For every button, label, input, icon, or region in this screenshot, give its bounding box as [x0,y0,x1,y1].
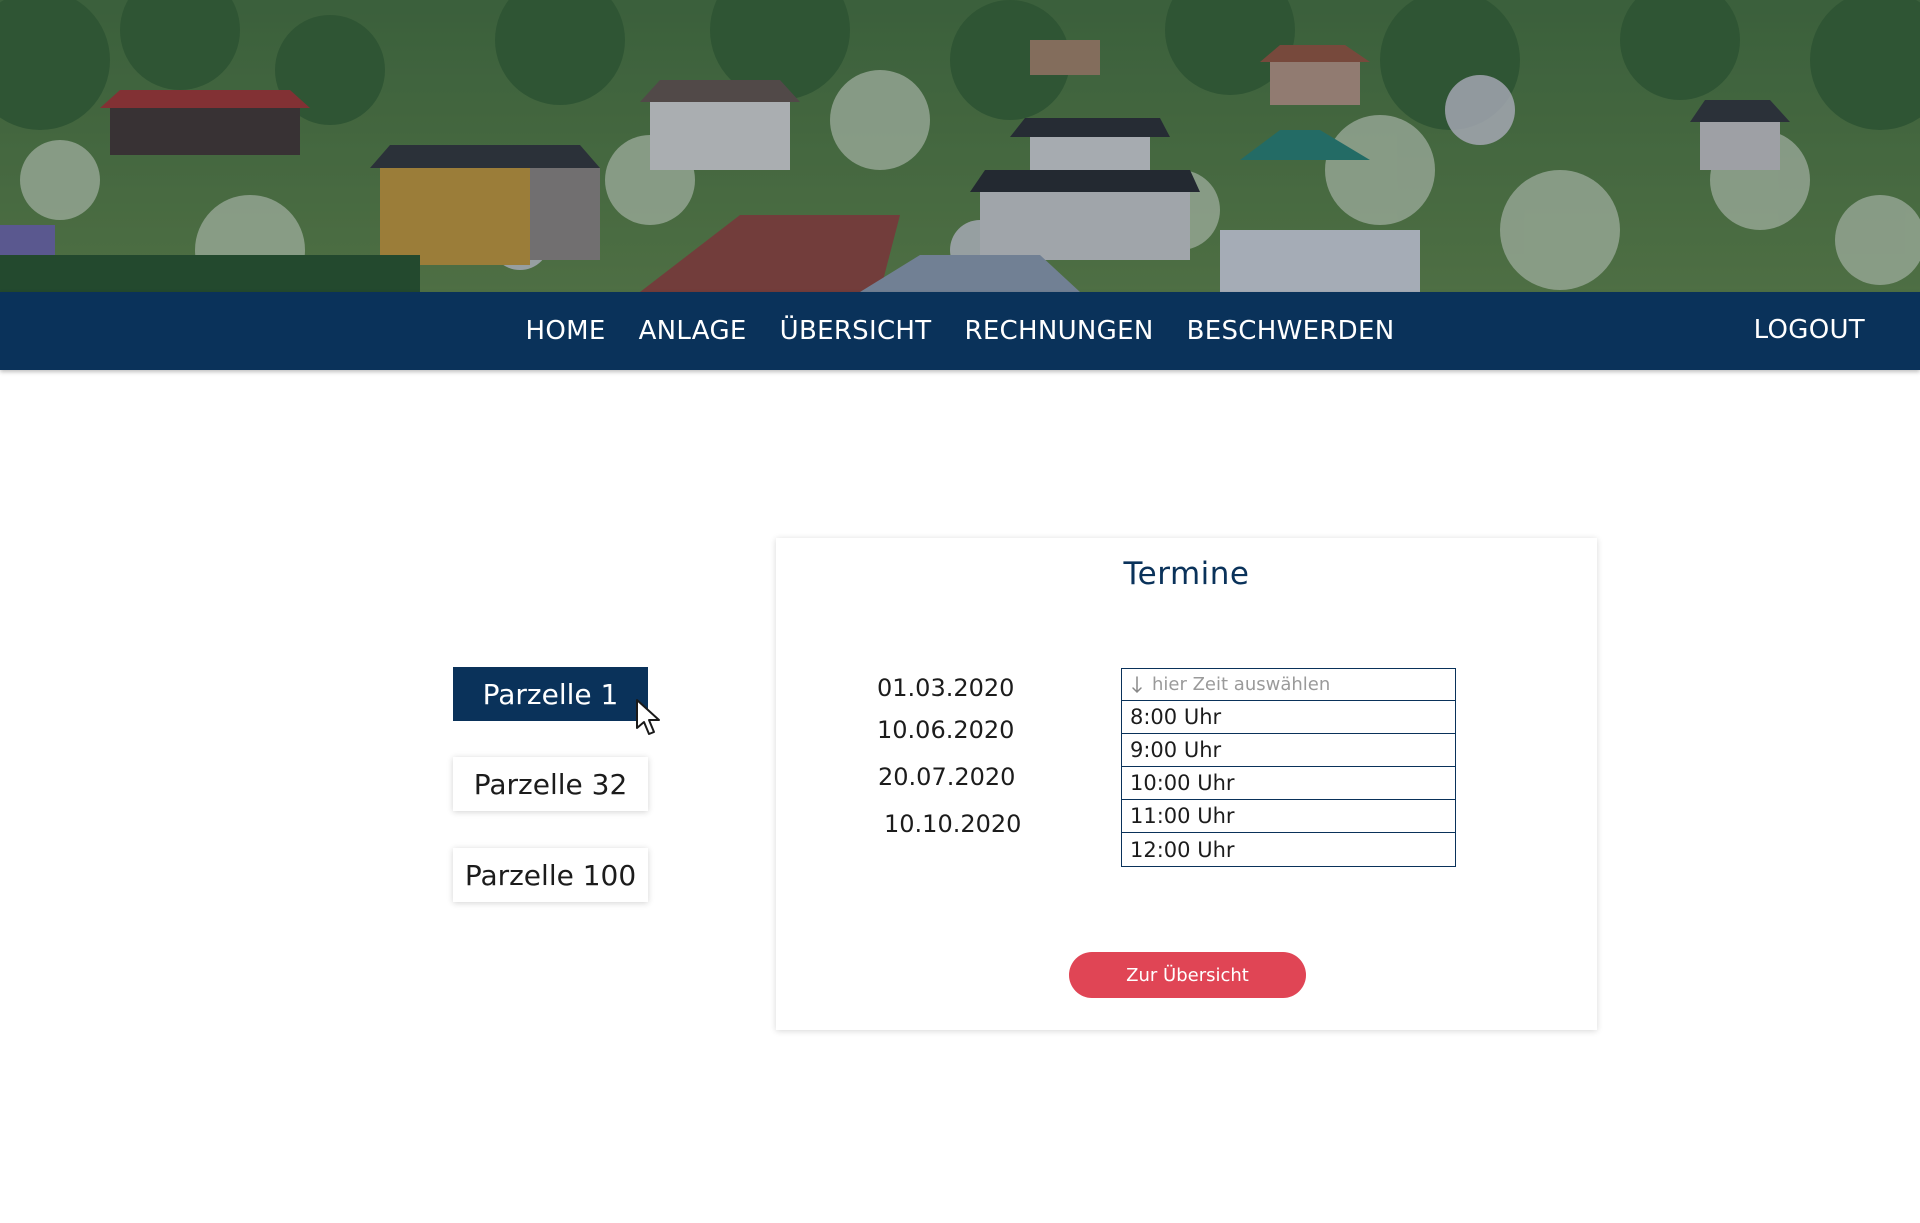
arrow-down-icon [1132,675,1142,693]
parcel-button-1[interactable]: Parzelle 1 [453,667,648,721]
nav-anlage[interactable]: ANLAGE [639,316,747,346]
hero-image [0,0,1920,292]
logout-link[interactable]: LOGOUT [1754,315,1865,345]
time-option-9[interactable]: 9:00 Uhr [1122,734,1455,767]
nav-rechnungen[interactable]: RECHNUNGEN [964,316,1153,346]
nav-links: HOME ANLAGE ÜBERSICHT RECHNUNGEN BESCHWE… [0,292,1920,370]
overview-button[interactable]: Zur Übersicht [1069,952,1306,998]
time-option-12[interactable]: 12:00 Uhr [1122,833,1455,866]
appointments-card: Termine 01.03.2020 10.06.2020 20.07.2020… [776,538,1597,1030]
time-search-input[interactable] [1152,674,1432,695]
nav-beschwerden[interactable]: BESCHWERDEN [1187,316,1395,346]
mouse-pointer-icon [636,699,660,735]
time-search[interactable] [1122,669,1455,701]
time-option-8[interactable]: 8:00 Uhr [1122,701,1455,734]
date-item[interactable]: 20.07.2020 [878,763,1015,791]
time-option-10[interactable]: 10:00 Uhr [1122,767,1455,800]
date-item[interactable]: 10.06.2020 [877,716,1014,744]
date-item[interactable]: 01.03.2020 [877,674,1014,702]
date-item[interactable]: 10.10.2020 [884,810,1021,838]
time-picker: 8:00 Uhr 9:00 Uhr 10:00 Uhr 11:00 Uhr 12… [1121,668,1456,867]
parcel-button-100[interactable]: Parzelle 100 [453,848,648,902]
main-navbar: HOME ANLAGE ÜBERSICHT RECHNUNGEN BESCHWE… [0,292,1920,370]
card-title: Termine [1123,556,1250,592]
time-option-11[interactable]: 11:00 Uhr [1122,800,1455,833]
parcel-button-32[interactable]: Parzelle 32 [453,757,648,811]
nav-uebersicht[interactable]: ÜBERSICHT [780,316,932,346]
nav-home[interactable]: HOME [526,316,606,346]
